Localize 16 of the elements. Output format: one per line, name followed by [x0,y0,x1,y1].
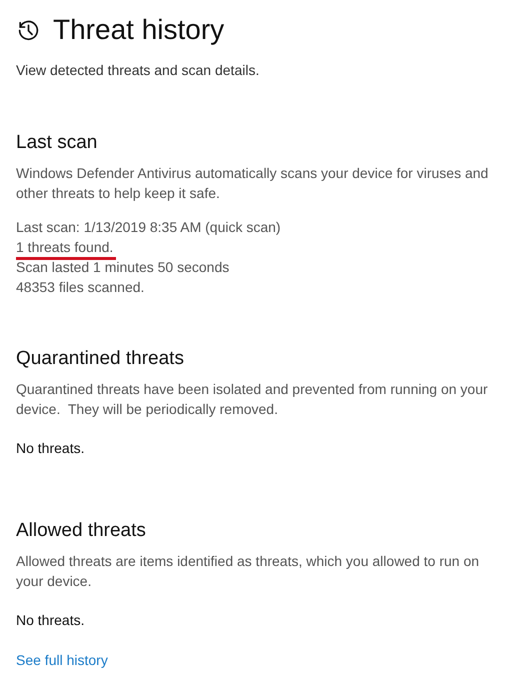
history-icon [16,18,41,42]
section-heading: Last scan [16,131,98,155]
page-title: Threat history [53,13,224,47]
status-text: No threats. [16,611,86,630]
section-heading: Quarantined threats [16,347,185,371]
section-description: Windows Defender Antivirus automatically scans your device for viruses and other threats to help keep it safe. [16,164,490,203]
section-description: Quarantined threats have been isolated and prevented from running on your device. They will be periodically removed. [16,380,489,419]
scan-detail: 1 threats found. [16,237,116,260]
see-full-history-link[interactable]: See full history [16,650,108,670]
scan-detail: 48353 files scanned. [16,278,144,297]
scan-detail: Last scan: 1/13/2019 8:35 AM (quick scan) [16,218,281,237]
scan-detail: Scan lasted 1 minutes 50 seconds [16,258,230,277]
section-heading: Allowed threats [16,519,147,543]
section-description: Allowed threats are items identified as threats, which you allowed to run on your device. [16,552,480,591]
status-text: No threats. [16,439,86,458]
page-subtitle: View detected threats and scan details. [16,61,260,80]
